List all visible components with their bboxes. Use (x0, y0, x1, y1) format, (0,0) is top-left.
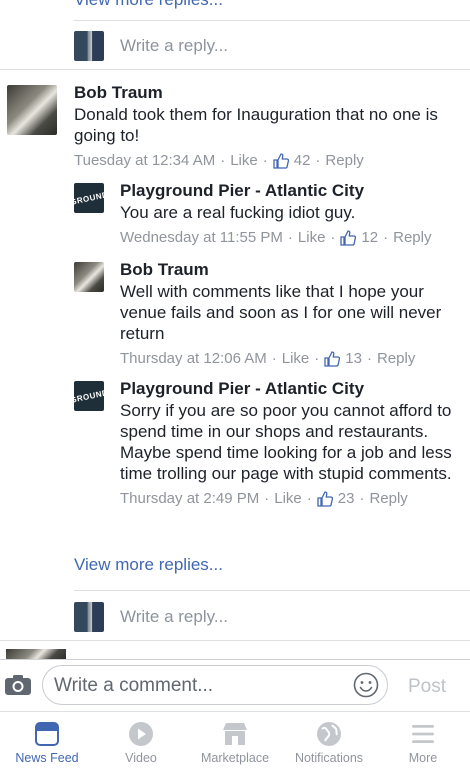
tab-label: Marketplace (200, 751, 270, 765)
thumbs-up-icon (273, 153, 289, 169)
like-count[interactable]: 12 (361, 227, 378, 249)
tab-label: Video (125, 751, 157, 765)
comment-text: You are a real fucking idiot guy. (120, 203, 356, 222)
tab-marketplace[interactable]: Marketplace (188, 712, 282, 768)
view-more-replies-link-top[interactable]: View more replies... (74, 0, 223, 10)
reply-box[interactable]: Write a reply... (74, 31, 228, 61)
comment-reply: Playground Pier - Atlantic City Sorry if… (120, 378, 465, 510)
comment-text: Well with comments like that I hope your… (120, 282, 442, 343)
comment-text: Sorry if you are so poor you cannot affo… (120, 401, 452, 483)
like-button[interactable]: Like (282, 348, 310, 370)
logo-text: GROUND (74, 387, 104, 405)
comment-input-container[interactable] (42, 665, 388, 705)
marketplace-icon (223, 723, 247, 745)
divider (74, 590, 470, 591)
reply-button[interactable]: Reply (325, 150, 363, 172)
tab-news-feed[interactable]: News Feed (0, 712, 94, 768)
comment-meta: Wednesday at 11:55 PM · Like · 12 · Reply (120, 227, 465, 249)
comment-timestamp[interactable]: Thursday at 12:06 AM (120, 348, 267, 370)
more-icon (412, 725, 434, 743)
comment-timestamp[interactable]: Wednesday at 11:55 PM (120, 227, 283, 249)
divider (0, 640, 470, 641)
comment-input[interactable] (54, 675, 344, 697)
thumbs-up-icon (340, 230, 357, 246)
reply-input-placeholder[interactable]: Write a reply... (120, 36, 228, 56)
comment-reply: Playground Pier - Atlantic City You are … (120, 180, 465, 249)
like-count[interactable]: 23 (338, 488, 355, 510)
reply-box[interactable]: Write a reply... (74, 602, 228, 632)
camera-icon[interactable] (4, 674, 32, 696)
bottom-tab-bar: News Feed Video Marketplace Notification… (0, 711, 470, 768)
comment-meta: Thursday at 12:06 AM · Like · 13 · Reply (120, 348, 465, 370)
avatar[interactable]: GROUND (74, 381, 104, 411)
reply-button[interactable]: Reply (377, 348, 415, 370)
view-more-replies-link[interactable]: View more replies... (74, 555, 223, 575)
comment-author[interactable]: Bob Traum (120, 259, 465, 281)
comment-author[interactable]: Playground Pier - Atlantic City (120, 180, 465, 202)
tab-label: More (408, 751, 438, 765)
avatar[interactable] (7, 85, 57, 135)
like-button[interactable]: Like (230, 150, 258, 172)
thumbs-up-icon (324, 351, 341, 367)
comment-author[interactable]: Playground Pier - Atlantic City (120, 378, 465, 400)
divider (74, 20, 470, 21)
avatar (74, 602, 104, 632)
video-icon (129, 722, 153, 746)
tab-label: News Feed (15, 751, 79, 765)
comment-text: Donald took them for Inauguration that n… (74, 105, 438, 145)
emoji-icon[interactable] (353, 672, 379, 698)
avatar[interactable]: GROUND (74, 183, 104, 213)
comment-meta: Thursday at 2:49 PM · Like · 23 · Reply (120, 488, 465, 510)
avatar (74, 31, 104, 61)
tab-more[interactable]: More (376, 712, 470, 768)
divider (0, 69, 470, 70)
reply-input-placeholder[interactable]: Write a reply... (120, 607, 228, 627)
comment-reply: Bob Traum Well with comments like that I… (120, 259, 465, 370)
post-button[interactable]: Post (408, 676, 446, 698)
tab-video[interactable]: Video (94, 712, 188, 768)
comment-author[interactable]: Bob Traum (74, 82, 464, 104)
reply-button[interactable]: Reply (393, 227, 431, 249)
comment-composer: Post (0, 659, 470, 711)
comment: Bob Traum Donald took them for Inaugurat… (74, 82, 464, 172)
comment-timestamp[interactable]: Tuesday at 12:34 AM (74, 150, 215, 172)
like-button[interactable]: Like (274, 488, 302, 510)
tab-notifications[interactable]: Notifications (282, 712, 376, 768)
thumbs-up-icon (317, 491, 333, 507)
like-count[interactable]: 42 (294, 150, 311, 172)
comment-timestamp[interactable]: Thursday at 2:49 PM (120, 488, 259, 510)
avatar[interactable] (74, 262, 104, 292)
news-feed-icon (35, 722, 59, 746)
comment-meta: Tuesday at 12:34 AM · Like · 42 · Reply (74, 150, 464, 172)
notifications-icon (317, 722, 341, 746)
logo-text: GROUND (74, 189, 104, 207)
like-count[interactable]: 13 (345, 348, 362, 370)
tab-label: Notifications (294, 751, 364, 765)
like-button[interactable]: Like (298, 227, 326, 249)
reply-button[interactable]: Reply (369, 488, 407, 510)
